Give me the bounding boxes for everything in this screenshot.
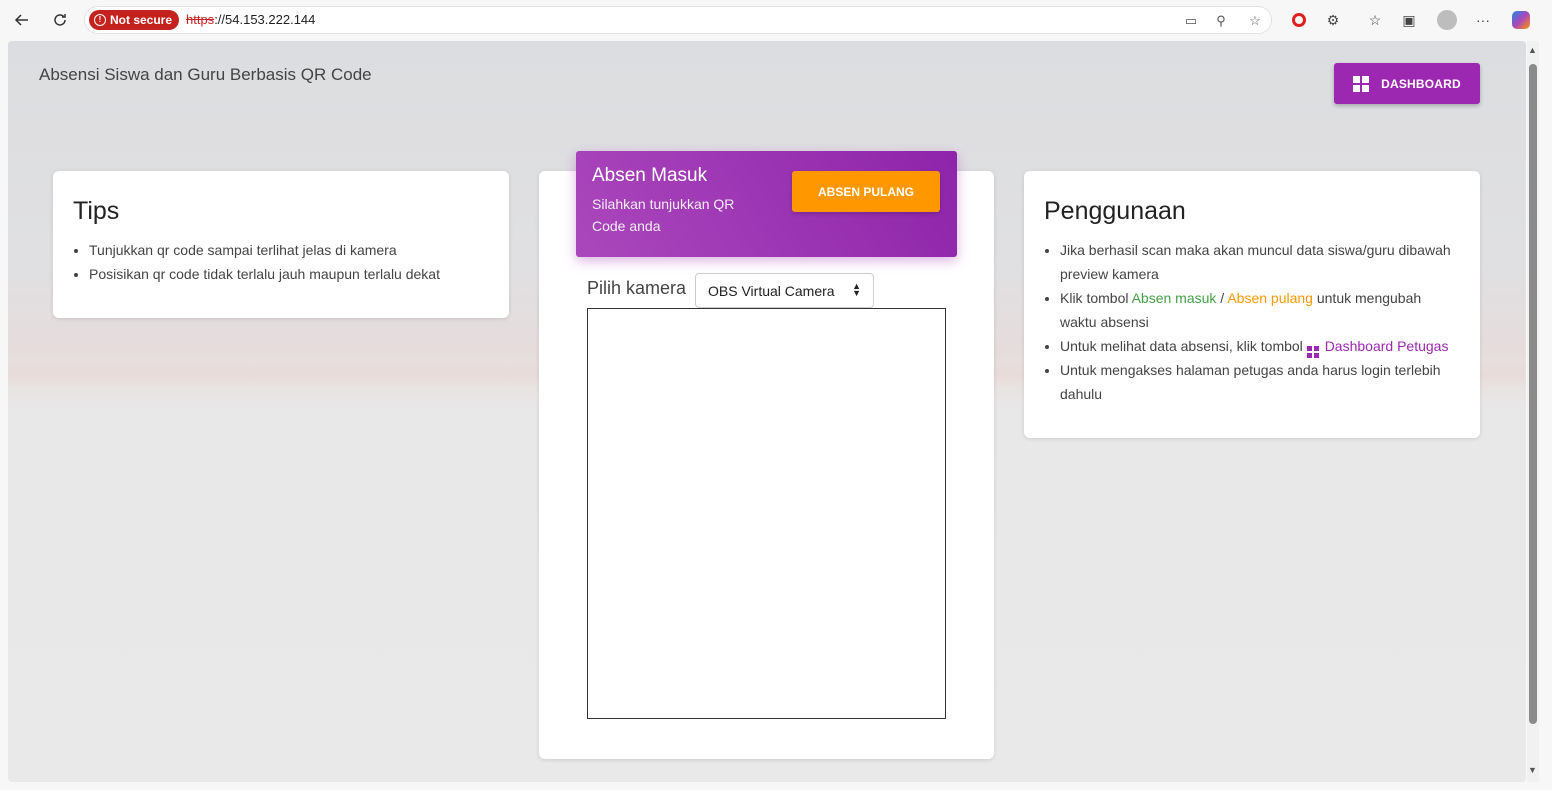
guide-text: Klik tombol [1060, 290, 1132, 306]
dashboard-icon [1353, 75, 1370, 92]
dashboard-button-label: DASHBOARD [1381, 76, 1461, 91]
not-secure-badge[interactable]: ! Not secure [89, 10, 180, 30]
tips-list: Tunjukkan qr code sampai terlihat jelas … [73, 238, 489, 286]
copilot-icon[interactable] [1510, 9, 1532, 31]
list-item: Klik tombol Absen masuk / Absen pulang u… [1060, 286, 1460, 334]
camera-label: Pilih kamera [587, 278, 687, 298]
scanner-subtitle: Silahkan tunjukkan QR Code anda [592, 196, 735, 234]
list-item: Untuk mengakses halaman petugas anda har… [1060, 358, 1460, 406]
camera-select[interactable]: OBS Virtual Camera ▲ ▼ [695, 273, 874, 308]
dashboard-petugas-link: Dashboard Petugas [1324, 338, 1449, 354]
shield-icon: ! [94, 14, 106, 26]
guide-list: Jika berhasil scan maka akan muncul data… [1044, 238, 1460, 406]
list-item: Jika berhasil scan maka akan muncul data… [1060, 238, 1460, 286]
favorites-icon[interactable]: ☆ [1364, 9, 1386, 31]
collections-icon[interactable]: ▣ [1398, 9, 1420, 31]
list-item: Tunjukkan qr code sampai terlihat jelas … [89, 238, 489, 262]
scanner-header: Absen Masuk Silahkan tunjukkan QR Code a… [576, 151, 957, 257]
tips-title: Tips [73, 197, 120, 225]
url-scheme: https [186, 12, 215, 27]
absen-pulang-highlight: Absen pulang [1227, 290, 1313, 306]
more-menu-icon[interactable]: ··· [1472, 9, 1494, 31]
reload-icon[interactable] [48, 8, 72, 32]
camera-icon[interactable]: ▭ [1181, 11, 1201, 31]
star-icon[interactable]: ☆ [1245, 11, 1265, 31]
select-arrows-icon: ▲ ▼ [852, 281, 861, 298]
tips-card: Tips Tunjukkan qr code sampai terlihat j… [53, 171, 509, 318]
opera-icon[interactable] [1288, 9, 1310, 31]
list-item: Posisikan qr code tidak terlalu jauh mau… [89, 262, 489, 286]
dashboard-button[interactable]: DASHBOARD [1334, 63, 1480, 104]
url-host: ://54.153.222.144 [214, 12, 316, 27]
url-text[interactable]: https://54.153.222.144 [186, 12, 315, 27]
profile-avatar[interactable] [1436, 9, 1458, 31]
scrollbar-thumb[interactable] [1529, 64, 1537, 724]
back-icon[interactable] [10, 8, 34, 32]
scroll-down-icon[interactable]: ▼ [1528, 765, 1537, 775]
guide-text: Untuk melihat data absensi, klik tombol [1060, 338, 1307, 354]
site-title: Absensi Siswa dan Guru Berbasis QR Code [39, 65, 372, 84]
guide-card: Penggunaan Jika berhasil scan maka akan … [1024, 171, 1480, 438]
camera-select-value: OBS Virtual Camera [708, 282, 835, 299]
dashboard-icon [1306, 346, 1319, 358]
address-bar[interactable]: ! Not secure https://54.153.222.144 ▭ ⚲ … [84, 6, 1272, 34]
guide-title: Penggunaan [1044, 197, 1186, 225]
absen-pulang-button[interactable]: ABSEN PULANG [792, 171, 940, 212]
key-icon[interactable]: ⚲ [1211, 11, 1231, 31]
extensions-icon[interactable]: ⚙ [1322, 9, 1344, 31]
not-secure-label: Not secure [110, 13, 173, 27]
guide-text: / [1216, 290, 1228, 306]
list-item: Untuk melihat data absensi, klik tombol … [1060, 334, 1460, 358]
scroll-up-icon[interactable]: ▲ [1528, 45, 1537, 55]
camera-preview [587, 308, 946, 719]
page-viewport: Absensi Siswa dan Guru Berbasis QR Code … [8, 41, 1526, 782]
browser-toolbar: ! Not secure https://54.153.222.144 ▭ ⚲ … [0, 0, 1552, 40]
absen-masuk-highlight: Absen masuk [1131, 290, 1217, 306]
